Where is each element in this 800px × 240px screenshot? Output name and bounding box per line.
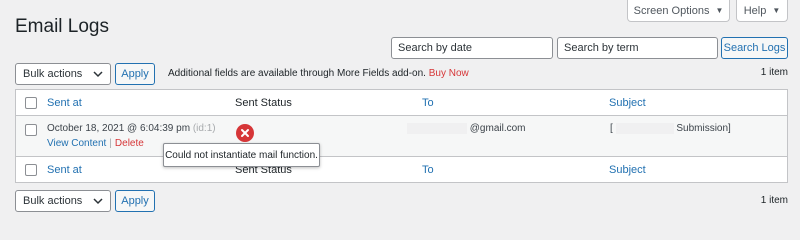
subject-prefix: [	[610, 123, 613, 135]
search-logs-button[interactable]: Search Logs	[721, 37, 788, 59]
subject-value: Submission]	[676, 123, 731, 135]
redacted-block	[615, 123, 674, 134]
sent-at-value: October 18, 2021 @ 6:04:39 pm	[47, 123, 191, 134]
select-all-checkbox[interactable]	[25, 97, 37, 109]
row-id: (id:1)	[192, 123, 216, 134]
item-count-top: 1 item	[760, 67, 788, 78]
screen-options-button[interactable]: Screen Options ▼	[627, 0, 730, 22]
help-label: Help	[743, 4, 767, 17]
addon-notice-text: Additional fields are available through …	[168, 68, 426, 79]
view-content-link[interactable]: View Content	[47, 138, 106, 149]
redacted-block	[407, 123, 467, 134]
bulk-actions-label: Bulk actions	[23, 195, 83, 207]
search-date-input[interactable]	[391, 37, 553, 59]
chevron-down-icon	[93, 198, 103, 205]
subject-cell: [ Submission]	[610, 123, 731, 134]
caret-down-icon: ▼	[715, 6, 724, 15]
help-button[interactable]: Help ▼	[736, 0, 788, 22]
chevron-down-icon	[93, 71, 103, 78]
row-checkbox[interactable]	[25, 124, 37, 136]
page-title: Email Logs	[15, 16, 109, 37]
apply-button-top[interactable]: Apply	[115, 63, 155, 85]
table-footer: Sent at Sent Status To Subject	[16, 156, 787, 182]
delete-link[interactable]: Delete	[115, 138, 144, 149]
buy-now-link[interactable]: Buy Now	[429, 68, 469, 79]
column-subject-footer[interactable]: Subject	[609, 164, 646, 176]
select-all-checkbox-footer[interactable]	[25, 164, 37, 176]
column-sent-at-footer[interactable]: Sent at	[47, 164, 82, 176]
error-tooltip: Could not instantiate mail function.	[163, 143, 320, 167]
row-actions: View Content | Delete	[47, 138, 144, 149]
addon-notice: Additional fields are available through …	[168, 68, 469, 79]
column-subject[interactable]: Subject	[609, 97, 646, 109]
close-icon	[241, 129, 249, 137]
error-x-icon[interactable]	[236, 124, 254, 142]
bulk-actions-label: Bulk actions	[23, 68, 83, 80]
email-logs-table: Sent at Sent Status To Subject October 1…	[15, 89, 788, 183]
to-value: @gmail.com	[469, 123, 526, 135]
table-row: October 18, 2021 @ 6:04:39 pm (id:1) @gm…	[16, 116, 787, 157]
column-sent-at[interactable]: Sent at	[47, 97, 82, 109]
screen-options-label: Screen Options	[633, 4, 710, 17]
search-term-input[interactable]	[557, 37, 718, 59]
column-sent-status: Sent Status	[235, 97, 292, 109]
table-header: Sent at Sent Status To Subject	[16, 90, 787, 116]
column-to[interactable]: To	[422, 97, 434, 109]
apply-button-bottom[interactable]: Apply	[115, 190, 155, 212]
row-actions-separator: |	[109, 138, 112, 149]
caret-down-icon: ▼	[772, 6, 781, 15]
item-count-bottom: 1 item	[760, 195, 788, 206]
bulk-actions-select-bottom[interactable]: Bulk actions	[15, 190, 111, 212]
to-cell: @gmail.com	[407, 123, 526, 134]
bulk-actions-select-top[interactable]: Bulk actions	[15, 63, 111, 85]
sent-at-cell: October 18, 2021 @ 6:04:39 pm (id:1)	[47, 123, 216, 134]
column-to-footer[interactable]: To	[422, 164, 434, 176]
